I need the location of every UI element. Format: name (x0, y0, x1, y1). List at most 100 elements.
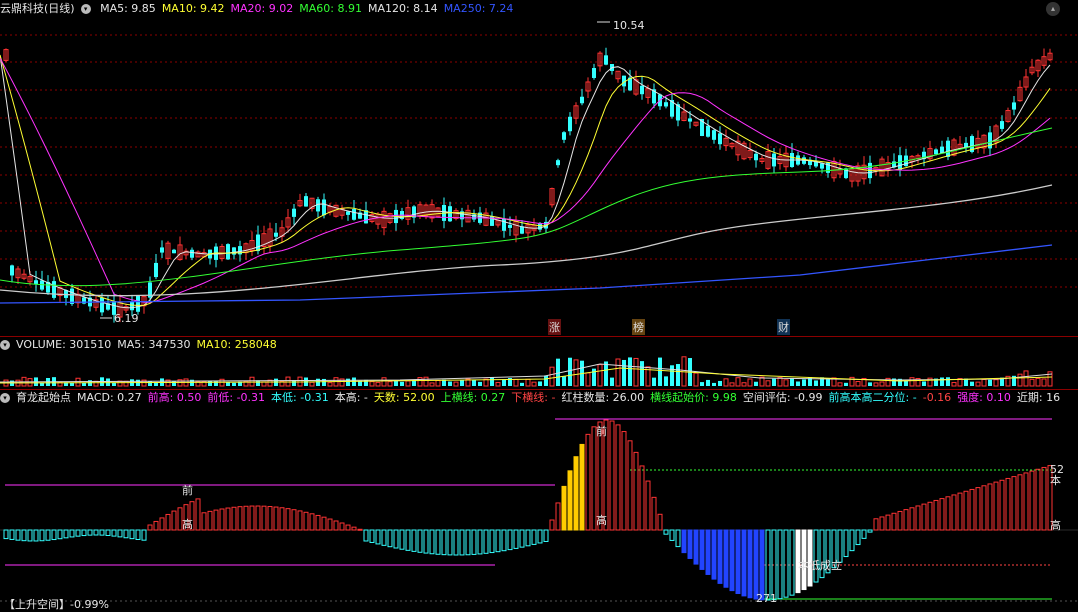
macd-bar (225, 507, 231, 531)
volume-bar (531, 381, 537, 387)
candle (706, 125, 710, 137)
volume-bar (123, 380, 129, 387)
macd-bar (15, 529, 21, 541)
macd-bar (645, 480, 651, 531)
volume-bar (453, 381, 459, 387)
candle (232, 247, 236, 255)
macd-bar (579, 443, 585, 531)
volume-bar (640, 361, 644, 386)
volume-bar (448, 381, 452, 386)
indicator-label-8: 下横线: - (511, 391, 556, 404)
volume-bar (718, 380, 722, 386)
indicator-label-14: 强度: 0.10 (957, 391, 1011, 404)
macd-bar (105, 529, 111, 537)
volume-bar (400, 381, 404, 386)
candle (754, 153, 758, 161)
volume-bar (568, 357, 572, 386)
gao-label-1: 高 (182, 518, 193, 531)
volume-bar (585, 372, 591, 387)
qian-label-2: 前 (596, 425, 607, 438)
macd-bar (297, 510, 303, 531)
volume-bar (855, 381, 861, 387)
macd-bar (99, 529, 105, 536)
indicator-label-0: 育龙起始点 (16, 391, 71, 404)
volume-bar (735, 377, 741, 387)
macd-bar (393, 529, 399, 549)
indicator-label-15: 近期: 16 (1016, 391, 1061, 404)
volume-bar (1017, 373, 1023, 387)
volume-bar (472, 379, 476, 386)
volume-bar (525, 378, 531, 387)
volume-bar (381, 377, 387, 387)
macd-bar (627, 440, 633, 531)
macd-bar (993, 481, 999, 531)
macd-bar (981, 485, 987, 531)
macd-bar (363, 529, 369, 542)
volume-dropdown-icon[interactable]: ▾ (0, 340, 10, 350)
macd-bar (273, 506, 279, 531)
macd-bar (81, 529, 87, 537)
macd-bar (231, 506, 237, 531)
limit-up-tag[interactable]: 涨 (548, 319, 561, 335)
macd-bar (171, 510, 177, 531)
space-label: 【上升空间】-0.99% (4, 598, 109, 611)
macd-bar (303, 511, 309, 531)
volume-chart (0, 356, 1053, 387)
macd-bar (975, 487, 981, 531)
macd-bar (21, 529, 27, 542)
volume-bar (844, 382, 848, 386)
volume-bar (285, 376, 291, 387)
volume-bar (460, 380, 464, 386)
macd-bar (687, 529, 693, 559)
volume-bar (70, 382, 74, 386)
volume-bar (327, 382, 333, 387)
macd-bar (33, 529, 39, 542)
macd-bar (735, 529, 741, 595)
volume-bar (556, 358, 560, 386)
macd-bar (147, 524, 153, 531)
macd-bar (945, 496, 951, 531)
macd-bar (465, 529, 471, 556)
volume-bar (700, 382, 704, 386)
macd-bar (477, 529, 483, 555)
volume-bar (706, 379, 710, 386)
volume-bar (417, 377, 423, 387)
macd-bar (339, 522, 345, 531)
volume-bar (387, 381, 393, 387)
volume-bar (814, 380, 818, 386)
macd-bar (369, 529, 375, 543)
macd-bar (333, 520, 339, 531)
candle (346, 211, 350, 215)
candle (172, 249, 176, 254)
indicator-label-12: 前高本高二分位: - (828, 391, 917, 404)
volume-label-2: MA10: 258048 (196, 338, 277, 351)
macd-bar (45, 529, 51, 541)
macd-bar (135, 529, 141, 540)
macd-bar (927, 501, 933, 531)
candle (1012, 102, 1016, 110)
volume-bar (676, 364, 680, 386)
indicator-label-13: -0.16 (922, 391, 952, 404)
finance-tag[interactable]: 财 (777, 319, 790, 335)
macd-bar (657, 513, 663, 531)
macd-bar (87, 529, 93, 536)
macd-bar (561, 485, 567, 531)
candle (100, 297, 104, 313)
macd-bar (1011, 476, 1017, 531)
macd-bar (621, 431, 627, 531)
candle (136, 295, 140, 312)
macd-bar (75, 529, 81, 537)
volume-bar (429, 382, 435, 387)
volume-bar (975, 381, 981, 387)
macd-bar (759, 529, 765, 601)
macd-bar (435, 529, 441, 555)
macd-bar (3, 529, 9, 540)
volume-bar (544, 375, 548, 386)
volume-bar (664, 376, 668, 386)
macd-bar (813, 529, 819, 583)
volume-bar (988, 379, 992, 386)
indicator-dropdown-icon[interactable]: ▾ (0, 393, 10, 403)
volume-bar (802, 379, 806, 386)
rank-tag[interactable]: 榜 (632, 319, 645, 335)
macd-bar (933, 499, 939, 531)
